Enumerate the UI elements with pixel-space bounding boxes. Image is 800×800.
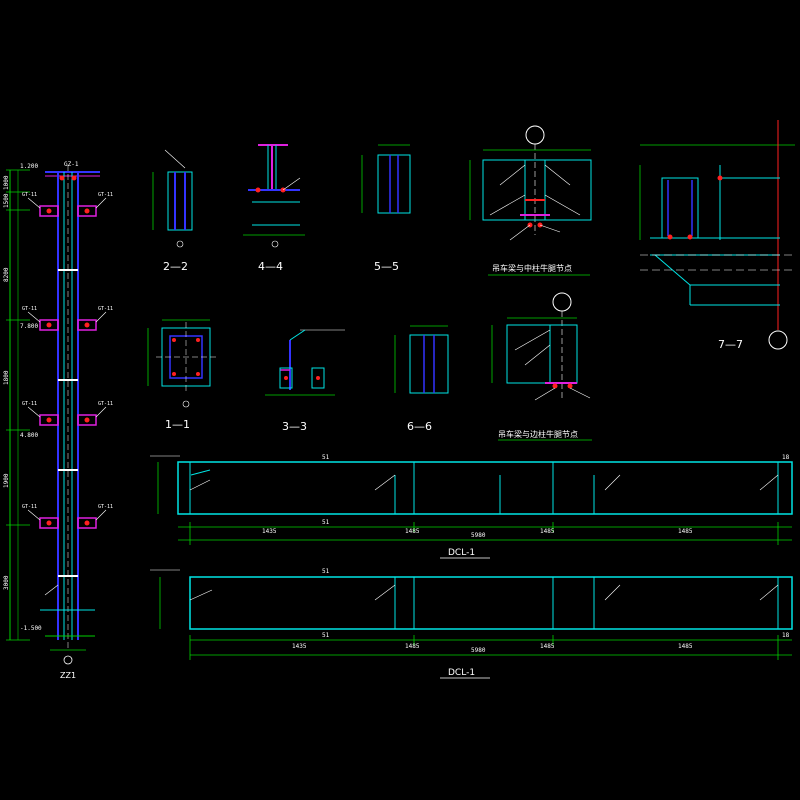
beam-1-top-tag: 51 bbox=[322, 454, 330, 461]
column-dim-3: 8200 bbox=[3, 267, 10, 282]
beam-1-seg-3: 1485 bbox=[540, 528, 555, 535]
column-top-tag: GZ-1 bbox=[64, 161, 79, 168]
bracket-tag-1: GT-11 bbox=[22, 192, 37, 198]
column-dim-1: 1000 bbox=[3, 175, 10, 190]
beam-2-top-tag: 51 bbox=[322, 568, 330, 575]
bracket-tag-7: GT-11 bbox=[22, 504, 37, 510]
section-5-5-title: 5—5 bbox=[374, 260, 399, 273]
beam-2-title: DCL-1 bbox=[448, 668, 475, 678]
bracket-tag-8: GT-11 bbox=[98, 504, 113, 510]
column-dim-4: 1800 bbox=[3, 370, 10, 385]
section-2-2-title: 2—2 bbox=[163, 260, 188, 273]
cad-drawing-canvas: ZZ1 GZ-1 1.200 7.800 4.800 -1.500 1000 1… bbox=[0, 0, 800, 800]
beam-1-seg-1: 1435 bbox=[262, 528, 277, 535]
section-3-3-title: 3—3 bbox=[282, 420, 307, 433]
column-elevation-1: 1.200 bbox=[20, 163, 38, 170]
column-elevation-3: 4.800 bbox=[20, 432, 38, 439]
bracket-tag-3: GT-11 bbox=[22, 306, 37, 312]
bracket-tag-6: GT-11 bbox=[98, 401, 113, 407]
detail-side-corbel-title: 吊车梁与边柱牛腿节点 bbox=[498, 429, 578, 439]
beam-2-bot-tag: 51 bbox=[322, 632, 330, 639]
column-dim-5: 1900 bbox=[3, 473, 10, 488]
beam-1-end-tag: 18 bbox=[782, 454, 790, 461]
bracket-tag-2: GT-11 bbox=[98, 192, 113, 198]
bracket-tag-5: GT-11 bbox=[22, 401, 37, 407]
column-elevation-2: 7.800 bbox=[20, 323, 38, 330]
beam-2-seg-4: 1485 bbox=[678, 643, 693, 650]
column-elevation-4: -1.500 bbox=[20, 625, 42, 632]
section-4-4-title: 4—4 bbox=[258, 260, 283, 273]
column-title: ZZ1 bbox=[60, 671, 76, 680]
detail-middle-corbel-title: 吊车梁与中柱牛腿节点 bbox=[492, 263, 572, 273]
beam-2-seg-1: 1435 bbox=[292, 643, 307, 650]
section-1-1-title: 1—1 bbox=[165, 418, 190, 431]
column-dim-2: 1500 bbox=[3, 193, 10, 208]
beam-2-seg-2: 1485 bbox=[405, 643, 420, 650]
section-7-7-title: 7—7 bbox=[718, 338, 743, 351]
column-dim-6: 3000 bbox=[3, 575, 10, 590]
section-6-6-title: 6—6 bbox=[407, 420, 432, 433]
beam-1-title: DCL-1 bbox=[448, 548, 475, 558]
beam-2-total: 5980 bbox=[471, 647, 486, 654]
beam-2-seg-3: 1485 bbox=[540, 643, 555, 650]
beam-1-bot-tag: 51 bbox=[322, 519, 330, 526]
beam-1-seg-2: 1485 bbox=[405, 528, 420, 535]
beam-1-total: 5980 bbox=[471, 532, 486, 539]
beam-1-seg-4: 1485 bbox=[678, 528, 693, 535]
beam-2-end-tag: 18 bbox=[782, 632, 790, 639]
bracket-tag-4: GT-11 bbox=[98, 306, 113, 312]
